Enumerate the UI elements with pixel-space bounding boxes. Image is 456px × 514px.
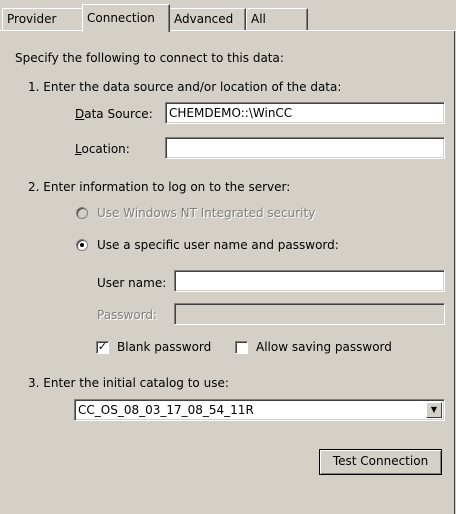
- location-field[interactable]: [165, 137, 445, 159]
- intro-text: Specify the following to connect to this…: [15, 51, 284, 65]
- tab-connection[interactable]: Connection: [82, 4, 170, 32]
- tab-provider-label: Provider: [7, 12, 57, 26]
- radio-selected-dot: [80, 243, 84, 247]
- blank-password-label: Blank password: [117, 340, 212, 354]
- step3-heading: 3. Enter the initial catalog to use:: [28, 376, 229, 390]
- data-source-label: Data Source:: [75, 107, 153, 121]
- connection-panel: Specify the following to connect to this…: [0, 31, 455, 514]
- password-label: Password:: [97, 308, 158, 322]
- tab-all-label: All: [251, 12, 266, 26]
- step1-heading: 1. Enter the data source and/or location…: [28, 80, 342, 94]
- location-label: Location:: [75, 142, 130, 156]
- tab-divider: [0, 30, 456, 31]
- tab-strip: Provider Connection Advanced All: [0, 0, 456, 32]
- catalog-combo[interactable]: CC_OS_08_03_17_08_54_11R ▼: [74, 399, 445, 421]
- step2-heading: 2. Enter information to log on to the se…: [28, 180, 291, 194]
- nt-security-label: Use Windows NT Integrated security: [97, 206, 316, 220]
- nt-security-radio[interactable]: [76, 207, 88, 219]
- chevron-down-icon[interactable]: ▼: [426, 402, 442, 418]
- specific-user-radio[interactable]: [76, 239, 88, 251]
- allow-saving-label: Allow saving password: [256, 340, 392, 354]
- specific-user-label: Use a specific user name and password:: [97, 238, 339, 252]
- tab-connection-label: Connection: [87, 11, 155, 25]
- catalog-value: CC_OS_08_03_17_08_54_11R: [78, 403, 254, 417]
- tab-advanced-label: Advanced: [174, 12, 234, 26]
- test-connection-button[interactable]: Test Connection: [319, 449, 442, 475]
- data-source-field[interactable]: CHEMDEMO::\WinCC: [165, 102, 445, 124]
- user-name-label: User name:: [97, 276, 167, 290]
- tab-advanced[interactable]: Advanced: [169, 8, 246, 30]
- blank-password-checkbox[interactable]: ✓: [96, 341, 109, 354]
- test-connection-label: Test Connection: [332, 454, 429, 468]
- allow-saving-checkbox[interactable]: [235, 341, 248, 354]
- user-name-field[interactable]: [174, 270, 445, 292]
- password-field[interactable]: [174, 303, 445, 325]
- tab-all[interactable]: All: [246, 8, 308, 30]
- tab-provider[interactable]: Provider: [2, 8, 84, 30]
